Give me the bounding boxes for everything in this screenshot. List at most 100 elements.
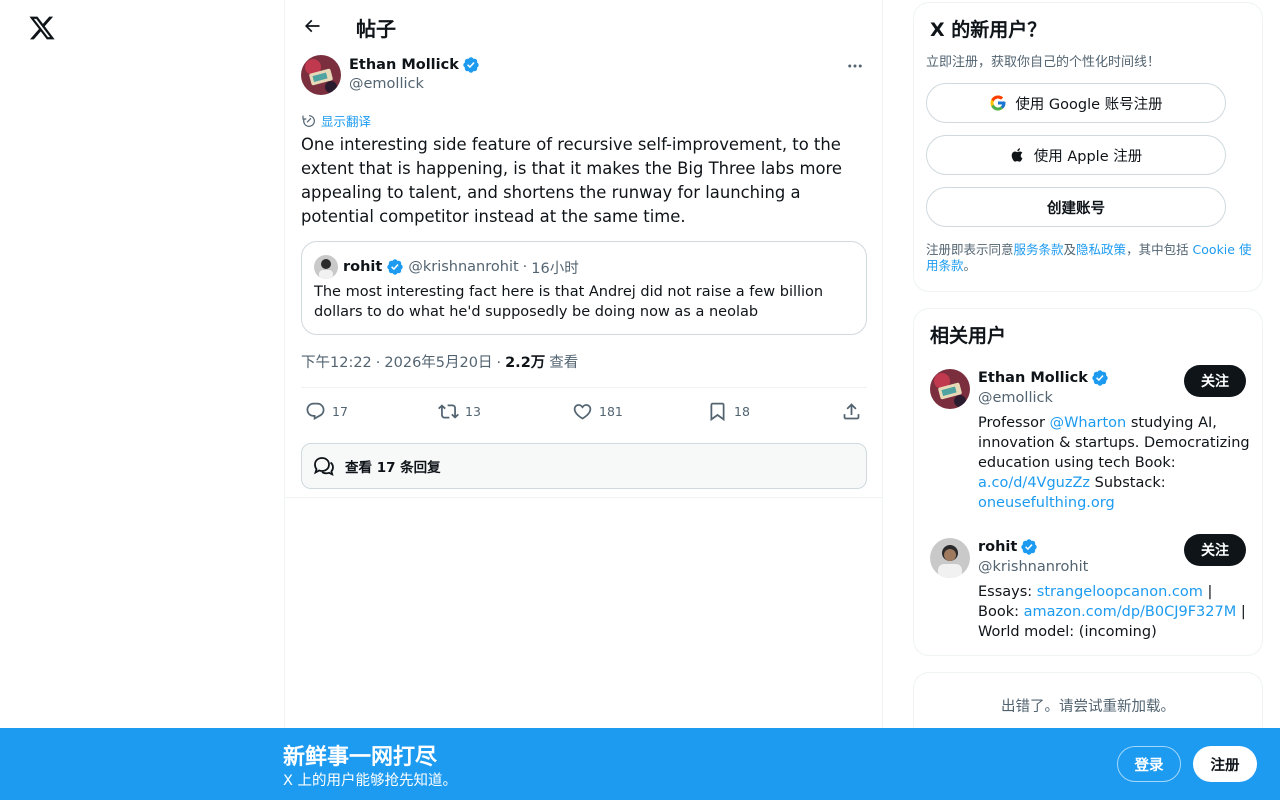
repost-icon	[438, 404, 459, 419]
terms-suffix: 。	[963, 258, 977, 273]
post-date[interactable]: 2026年5月20日	[384, 351, 492, 372]
quoted-post[interactable]: rohit @krishnanrohit · 16小时 The most int…	[301, 241, 867, 335]
repost-button[interactable]: 13	[438, 401, 481, 422]
user-avatar[interactable]	[930, 369, 970, 409]
verified-badge-icon	[1021, 539, 1038, 555]
bottom-bar-title: 新鲜事一网打尽	[283, 745, 438, 770]
reply-button[interactable]: 17	[305, 401, 348, 422]
author-row: Ethan Mollick @emollick	[301, 54, 867, 98]
verified-badge-icon	[387, 259, 404, 275]
signup-title: X 的新用户？	[930, 19, 1047, 41]
apple-signup-button[interactable]: 使用 Apple 注册	[926, 135, 1226, 175]
main-column: 帖子 Ethan Mollick @emollick 显示翻译 One inte…	[284, 0, 883, 800]
user-bio: Professor @Wharton studying AI, innovati…	[978, 413, 1253, 513]
more-dots-icon	[848, 64, 862, 68]
create-account-label: 创建账号	[1047, 200, 1105, 217]
post-actions: 17 13 181 18	[301, 387, 867, 436]
divider	[285, 497, 883, 498]
repost-count: 13	[465, 404, 481, 419]
bio-link[interactable]: strangeloopcanon.com	[1037, 584, 1203, 600]
quote-avatar	[314, 255, 338, 279]
apple-signup-label: 使用 Apple 注册	[1033, 148, 1143, 165]
signup-button[interactable]: 注册	[1193, 746, 1257, 782]
left-nav	[0, 0, 284, 800]
share-button[interactable]	[841, 401, 862, 422]
author-avatar[interactable]	[301, 55, 341, 95]
create-account-button[interactable]: 创建账号	[926, 187, 1226, 227]
signup-terms: 注册即表示同意服务条款及隐私政策，其中包括 Cookie 使用条款。	[926, 242, 1252, 274]
translate-icon	[302, 114, 315, 127]
quote-timestamp: 16小时	[531, 260, 579, 277]
view-replies-button[interactable]: 查看 17 条回复	[301, 443, 867, 489]
like-button[interactable]: 181	[572, 401, 623, 422]
more-options-button[interactable]	[843, 56, 867, 76]
chat-bubbles-icon	[313, 457, 334, 476]
x-logo-icon[interactable]	[28, 14, 56, 42]
terms-of-service-link[interactable]: 服务条款	[1014, 242, 1064, 257]
author-name[interactable]: Ethan Mollick	[349, 56, 480, 74]
bio-link[interactable]: @Wharton	[1050, 415, 1127, 431]
view-replies-label: 查看 17 条回复	[345, 460, 441, 476]
bio-text: Substack:	[1090, 475, 1166, 491]
user-handle[interactable]: @emollick	[978, 390, 1053, 406]
quote-author-name: rohit	[343, 259, 383, 275]
user-name[interactable]: rohit	[978, 538, 1038, 556]
quote-author-handle: @krishnanrohit	[408, 259, 519, 275]
bio-link[interactable]: oneusefulthing.org	[978, 495, 1115, 511]
bottom-bar-subtitle: X 上的用户能够抢先知道。	[283, 773, 458, 789]
google-signup-label: 使用 Google 账号注册	[1015, 96, 1163, 113]
back-button[interactable]	[297, 11, 327, 41]
signup-subtitle: 立即注册，获取你自己的个性化时间线！	[926, 55, 1161, 70]
main-header: 帖子	[285, 0, 883, 53]
bio-link[interactable]: amazon.com/dp/B0CJ9F327M	[1024, 604, 1237, 620]
related-users-title: 相关用户	[930, 325, 1007, 347]
views-count: 2.2万	[505, 355, 546, 371]
page-title: 帖子	[356, 17, 396, 41]
privacy-policy-link[interactable]: 隐私政策	[1076, 242, 1126, 257]
post-time[interactable]: 下午12:22	[301, 351, 372, 372]
post-text: One interesting side feature of recursiv…	[301, 135, 842, 226]
translate-label: 显示翻译	[321, 114, 372, 129]
like-count: 181	[599, 404, 623, 419]
views-label: 查看	[549, 355, 579, 371]
reply-icon	[306, 402, 325, 420]
terms-mid: ，其中包括	[1126, 242, 1193, 257]
author-handle[interactable]: @emollick	[349, 76, 424, 92]
meta-separator: ·	[375, 355, 381, 371]
user-name-text: rohit	[978, 539, 1018, 555]
bio-text: Essays:	[978, 584, 1037, 600]
google-signup-button[interactable]: 使用 Google 账号注册	[926, 83, 1226, 123]
user-avatar[interactable]	[930, 538, 970, 578]
author-name-text: Ethan Mollick	[349, 57, 459, 73]
bottom-signup-bar: 新鲜事一网打尽 X 上的用户能够抢先知道。 登录 注册	[0, 728, 1280, 800]
quote-separator: ·	[522, 259, 528, 275]
user-bio: Essays: strangeloopcanon.com | Book: ama…	[978, 582, 1253, 642]
post-meta: 下午12:22 · 2026年5月20日 · 2.2万 查看	[301, 351, 578, 372]
login-button[interactable]: 登录	[1117, 746, 1181, 782]
bio-link[interactable]: a.co/d/4VguzZz	[978, 475, 1090, 491]
bookmark-button[interactable]: 18	[707, 401, 750, 422]
terms-and: 及	[1063, 242, 1077, 257]
meta-separator: ·	[496, 355, 502, 371]
follow-button[interactable]: 关注	[1184, 534, 1246, 566]
quote-header: rohit @krishnanrohit · 16小时	[314, 255, 579, 279]
related-users-card: 相关用户 Ethan Mollick @emollick 关注 Professo…	[913, 308, 1263, 656]
user-name[interactable]: Ethan Mollick	[978, 369, 1109, 387]
bookmark-icon	[710, 402, 725, 422]
verified-badge-icon	[1092, 370, 1108, 386]
quote-text: The most interesting fact here is that A…	[314, 284, 824, 320]
show-translation-link[interactable]: 显示翻译	[301, 111, 371, 130]
heart-icon	[573, 404, 592, 420]
signup-card: X 的新用户？ 立即注册，获取你自己的个性化时间线！ 使用 Google 账号注…	[913, 2, 1263, 292]
post: Ethan Mollick @emollick 显示翻译 One interes…	[301, 54, 867, 489]
apple-logo-icon	[1011, 148, 1023, 162]
arrow-left-icon	[304, 19, 320, 33]
error-message: 出错了。请尝试重新加载。	[1001, 699, 1175, 715]
google-logo-icon	[990, 95, 1006, 111]
follow-button[interactable]: 关注	[1184, 365, 1246, 397]
user-name-text: Ethan Mollick	[978, 370, 1088, 386]
terms-prefix: 注册即表示同意	[926, 242, 1014, 257]
reply-count: 17	[332, 404, 348, 419]
user-handle[interactable]: @krishnanrohit	[978, 559, 1088, 575]
verified-badge-icon	[463, 57, 479, 73]
